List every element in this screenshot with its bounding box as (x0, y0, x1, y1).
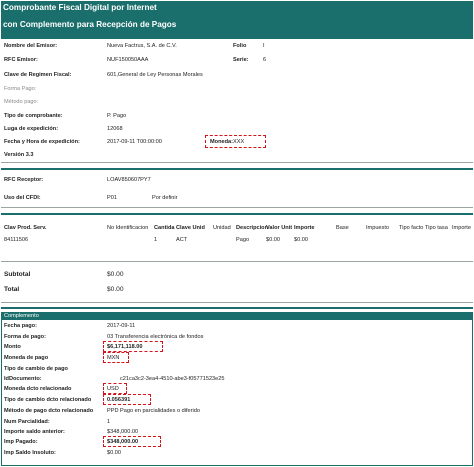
col-header-tipo-tasa: Tipo tasa (425, 225, 448, 231)
section-divider (1, 207, 473, 208)
col-header-unidad: Unidad (213, 225, 231, 231)
version-label: Versión 3.3 (4, 152, 34, 158)
complemento-title: Complemento (4, 313, 39, 319)
comp-value: PPD Pago en parcialidades o diferido (107, 408, 200, 414)
section-divider (1, 307, 473, 309)
comp-label: Moneda dcto relacionado (4, 386, 72, 392)
col-header-no-identificacion: No Identificacion (107, 225, 149, 231)
section-divider (1, 213, 473, 215)
item-cantidad: 1 (154, 237, 158, 243)
section-divider (1, 168, 473, 170)
uso-cfdi-description: Por definir (152, 195, 178, 201)
comp-label: Imp Saldo Insoluto: (4, 450, 56, 456)
comp-value: $0.00 (107, 450, 121, 456)
comp-label: Importe saldo anterior: (4, 429, 65, 435)
total-value: $0.00 (107, 286, 124, 293)
comp-value: $348,000.00 (107, 429, 139, 435)
subtotal-value: $0.00 (107, 271, 124, 278)
item-importe: $0.00 (294, 237, 308, 243)
item-clav-prod: 84111506 (4, 237, 29, 243)
comp-value: 2017-09-11 (107, 323, 136, 329)
comp-label: Monto (4, 344, 21, 350)
comp-label: Num Parcialidad: (4, 419, 50, 425)
emisor-nombre-label: Nombre del Emisor: (4, 43, 58, 49)
regimen-value: 601,General de Ley Personas Morales (107, 72, 203, 78)
comp-label: Tipo de cambio dcto relacionado (4, 397, 92, 403)
comp-value: 1 (107, 419, 111, 425)
metodo-pago-label: Método pago: (4, 99, 39, 105)
comp-label: Imp Pagado: (4, 439, 38, 445)
fecha-expedicion-value: 2017-09-11 T00:00:00 (107, 139, 162, 145)
comp-label: Moneda de pago (4, 355, 49, 361)
receptor-rfc-value: LOAV850607PY7 (107, 177, 151, 183)
subtotal-label: Subtotal (4, 271, 31, 278)
item-clave-unidad: ACT (176, 237, 188, 243)
col-header-valor-unit: Valor Unit (266, 225, 293, 231)
total-label: Total (4, 286, 20, 293)
comp-label: Tipo de cambio de pago (4, 366, 68, 372)
col-header-importe-impuesto: Importe (452, 225, 471, 231)
item-valor-unit: $0.00 (266, 237, 280, 243)
lugar-expedicion-label: Luga de expedición: (4, 126, 59, 132)
emisor-rfc-value: NUF150050AAA (107, 57, 149, 63)
lugar-expedicion-value: 12068 (107, 126, 123, 132)
fecha-expedicion-label: Fecha y Hora de expedición: (4, 139, 80, 145)
comp-value: MXN (107, 355, 120, 361)
comp-value: 0.056391 (107, 397, 131, 403)
tipo-comprobante-label: Tipo de comprobante: (4, 113, 63, 119)
serie-value: 6 (263, 57, 267, 63)
folio-label: Folio (233, 43, 247, 49)
receptor-rfc-label: RFC Receptor: (4, 177, 44, 183)
complemento-frame (1, 320, 473, 466)
comp-label: IdDocumento: (4, 376, 42, 382)
tipo-comprobante-value: P. Pago (107, 113, 127, 119)
comp-value: USD (107, 386, 119, 392)
col-header-impuesto: Impuesto (366, 225, 390, 231)
serie-label: Serie: (233, 57, 249, 63)
col-header-clav-prod: Clav Prod. Serv. (4, 225, 47, 231)
comp-label: Fecha pago: (4, 323, 37, 329)
col-header-base: Base (336, 225, 349, 231)
col-header-cantidad: Cantida (154, 225, 175, 231)
moneda-value: XXX (233, 139, 245, 145)
comp-label: Método de pago dcto relacionado (4, 408, 94, 414)
comp-value: 03 Transferencia electrónica de fondos (107, 334, 204, 340)
col-header-importe: Importe (294, 225, 315, 231)
comp-value: $348,000.00 (107, 439, 139, 445)
uso-cfdi-value: P01 (107, 195, 117, 201)
uso-cfdi-label: Uso del CFDI: (4, 195, 41, 201)
col-header-clave-unidad: Clave Unid (176, 225, 205, 231)
item-descripcion: Pago (236, 237, 250, 243)
col-header-descripcion: Descripcion (236, 225, 269, 231)
section-divider (1, 261, 473, 262)
section-divider (1, 302, 473, 303)
emisor-nombre-value: Nueva Factrus, S.A. de C.V. (107, 43, 177, 49)
comp-value: $6,171,118.00 (107, 344, 143, 350)
col-header-tipo-factor: Tipo facto (399, 225, 424, 231)
header-title: Comprobante Fiscal Digital por Internet (3, 3, 157, 12)
moneda-label: Moneda: (210, 139, 233, 145)
regimen-label: Clave de Regimen Fiscal: (4, 72, 72, 78)
folio-value: I (263, 43, 265, 49)
complemento-band (1, 312, 473, 320)
comp-value: c21ca3c2-3ea4-4510-abe3-f05771523e25 (120, 376, 225, 382)
emisor-rfc-label: RFC Emisor: (4, 57, 38, 63)
forma-pago-label: Forma Pago: (4, 86, 37, 92)
section-divider (1, 162, 473, 163)
header-subtitle: con Complemento para Recepción de Pagos (3, 20, 177, 29)
comp-label: Forma de pago: (4, 334, 46, 340)
